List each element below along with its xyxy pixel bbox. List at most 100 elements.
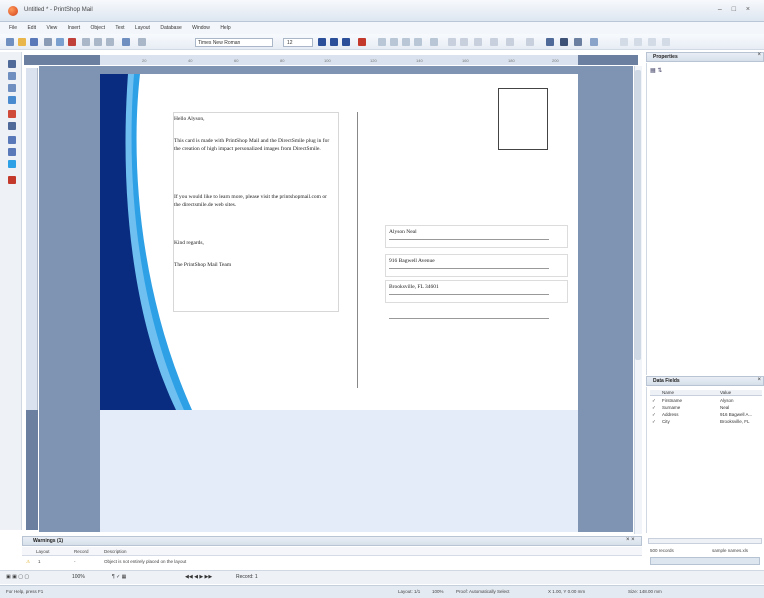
data-fields-button-bar[interactable] — [650, 557, 760, 565]
menu-object[interactable]: Object — [91, 25, 105, 31]
field-check-icon[interactable]: ✓ — [652, 405, 656, 411]
data-field-row[interactable]: ✓ Firstname Alyson — [650, 398, 762, 404]
align-center-icon[interactable] — [390, 38, 398, 46]
barcode-tool-icon[interactable] — [8, 136, 16, 144]
stamp-box[interactable] — [498, 88, 548, 150]
zoom-tool-icon[interactable] — [8, 72, 16, 80]
menu-text[interactable]: Text — [115, 25, 124, 31]
warning-record: - — [74, 559, 76, 564]
pdf-icon[interactable] — [68, 38, 76, 46]
bold-icon[interactable] — [318, 38, 326, 46]
layers-icon[interactable] — [546, 38, 554, 46]
menu-window[interactable]: Window — [192, 25, 210, 31]
menu-insert[interactable]: Insert — [68, 25, 81, 31]
warnings-col-description[interactable]: Description — [104, 549, 127, 554]
menu-view[interactable]: View — [46, 25, 57, 31]
menu-database[interactable]: Database — [160, 25, 181, 31]
field-name: Firstname — [662, 398, 683, 403]
new-icon[interactable] — [6, 38, 14, 46]
data-fields-close-icon[interactable]: × — [757, 377, 761, 383]
align-right-icon[interactable] — [402, 38, 410, 46]
distribute-icon[interactable] — [474, 38, 482, 46]
rotate-icon[interactable] — [506, 38, 514, 46]
zoom-level[interactable]: 100% — [72, 574, 85, 580]
zoom-in-icon[interactable] — [620, 38, 628, 46]
postcard-page[interactable]: Hello Alyson, This card is made with Pri… — [100, 74, 578, 532]
shape-tool-icon[interactable] — [8, 110, 16, 118]
image-tool-icon[interactable] — [8, 122, 16, 130]
warnings-panel-header[interactable]: Warnings (1) — [22, 536, 642, 546]
properties-close-icon[interactable]: × — [757, 52, 761, 58]
warnings-col-record[interactable]: Record — [74, 549, 89, 554]
vertical-scrollbar-thumb[interactable] — [635, 70, 641, 360]
paste-icon[interactable] — [106, 38, 114, 46]
data-field-row[interactable]: ✓ Surname Neal — [650, 405, 762, 411]
menu-file[interactable]: File — [9, 25, 17, 31]
line-tool-icon[interactable] — [8, 160, 16, 168]
directsmile-tool-icon[interactable] — [8, 176, 16, 184]
view-mode-icons[interactable]: ▣ ▣ ▢ ▢ — [6, 574, 29, 580]
table-tool-icon[interactable] — [8, 148, 16, 156]
text-tool-icon[interactable] — [8, 96, 16, 104]
field-check-icon[interactable]: ✓ — [652, 412, 656, 418]
data-field-row[interactable]: ✓ City Brooksville, FL — [650, 419, 762, 425]
address-street: 916 Bagwell Avenue — [389, 258, 435, 264]
ruler-label: 200 — [552, 58, 559, 63]
field-check-icon[interactable]: ✓ — [652, 419, 656, 425]
justify-icon[interactable] — [414, 38, 422, 46]
cut-icon[interactable] — [82, 38, 90, 46]
paint-icon[interactable] — [590, 38, 598, 46]
open-icon[interactable] — [18, 38, 26, 46]
save-icon[interactable] — [30, 38, 38, 46]
italic-icon[interactable] — [330, 38, 338, 46]
properties-sort-icon[interactable]: ▦ ⇅ — [650, 67, 662, 74]
window-controls[interactable]: – □ × — [718, 6, 754, 13]
status-proof: Proof: Automatically Select — [456, 589, 510, 594]
menu-help[interactable]: Help — [220, 25, 230, 31]
zoom-page-icon[interactable] — [662, 38, 670, 46]
database-icon[interactable] — [560, 38, 568, 46]
data-fields-horizontal-scrollbar[interactable] — [648, 538, 762, 544]
copy-icon[interactable] — [94, 38, 102, 46]
app-logo-icon[interactable] — [8, 6, 18, 16]
address-underline — [389, 294, 549, 295]
record-indicator[interactable]: Record: 1 — [236, 574, 258, 580]
font-family-select[interactable]: Times New Roman — [195, 38, 273, 47]
preview-icon[interactable] — [56, 38, 64, 46]
arrange-icon[interactable] — [448, 38, 456, 46]
group-icon[interactable] — [460, 38, 468, 46]
menu-edit[interactable]: Edit — [27, 25, 36, 31]
menu-layout[interactable]: Layout — [135, 25, 150, 31]
column-header-name[interactable]: Name — [662, 390, 674, 395]
pan-tool-icon[interactable] — [8, 84, 16, 92]
horizontal-ruler-page: 20 40 60 80 100 120 140 160 180 200 — [100, 55, 578, 65]
data-field-row[interactable]: ✓ Address 916 Bagwell A... — [650, 412, 762, 418]
line-spacing-icon[interactable] — [430, 38, 438, 46]
column-header-value[interactable]: Value — [720, 390, 731, 395]
warning-layout: 1 — [38, 559, 41, 564]
warnings-col-layout[interactable]: Layout — [36, 549, 50, 554]
align-left-icon[interactable] — [378, 38, 386, 46]
lock-icon[interactable] — [490, 38, 498, 46]
font-color-icon[interactable] — [358, 38, 366, 46]
zoom-out-icon[interactable] — [634, 38, 642, 46]
properties-panel-header[interactable]: Properties — [646, 52, 764, 62]
flip-icon[interactable] — [526, 38, 534, 46]
view-options-icons[interactable]: ¶ ✓ ▦ — [112, 574, 126, 580]
zoom-fit-icon[interactable] — [648, 38, 656, 46]
message-paragraph-2: If you would like to learn more, please … — [174, 194, 327, 208]
underline-icon[interactable] — [342, 38, 350, 46]
grid-icon[interactable] — [574, 38, 582, 46]
card-divider-line — [357, 112, 358, 388]
undo-icon[interactable] — [122, 38, 130, 46]
field-value: Neal — [720, 405, 730, 410]
data-fields-panel-header[interactable]: Data Fields — [646, 376, 764, 386]
print-icon[interactable] — [44, 38, 52, 46]
field-name: Address — [662, 412, 679, 417]
font-size-select[interactable]: 12 — [283, 38, 313, 47]
field-check-icon[interactable]: ✓ — [652, 398, 656, 404]
warnings-close-icon[interactable]: × × — [626, 537, 635, 543]
record-navigation-buttons[interactable]: ◀◀ ◀ ▶ ▶▶ — [185, 574, 212, 580]
redo-icon[interactable] — [138, 38, 146, 46]
select-tool-icon[interactable] — [8, 60, 16, 68]
